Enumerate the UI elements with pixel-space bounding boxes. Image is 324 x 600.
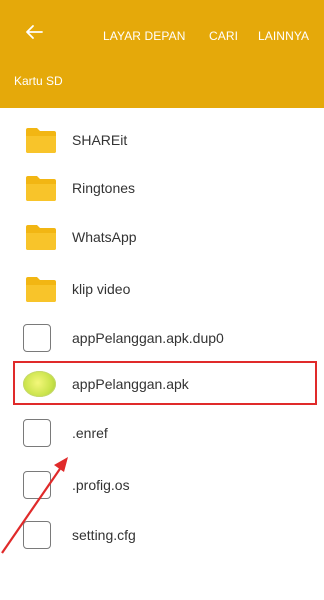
folder-icon (26, 176, 56, 201)
folder-icon (26, 128, 56, 153)
file-name: Ringtones (72, 180, 136, 196)
back-arrow-icon[interactable] (22, 20, 46, 44)
search-button[interactable]: CARI (209, 29, 238, 43)
file-icon (23, 324, 51, 352)
file-name: WhatsApp (72, 229, 137, 245)
folder-icon (26, 225, 56, 250)
home-screen-button[interactable]: LAYAR DEPAN (103, 29, 185, 43)
list-item-whatsapp[interactable]: WhatsApp (0, 213, 324, 263)
annotation-arrow-icon (1, 457, 68, 554)
list-item-shareit[interactable]: SHAREit (0, 116, 324, 166)
file-name: appPelanggan.apk.dup0 (72, 330, 224, 346)
list-item-apppelanggan-dup0[interactable]: appPelanggan.apk.dup0 (0, 314, 324, 364)
app-bar: LAYAR DEPAN CARI LAINNYA Kartu SD (0, 0, 324, 108)
file-name: SHAREit (72, 132, 128, 148)
breadcrumb[interactable]: Kartu SD (14, 74, 63, 88)
list-item-klip-video[interactable]: klip video (0, 265, 324, 315)
more-button[interactable]: LAINNYA (258, 29, 309, 43)
folder-icon (26, 277, 56, 302)
highlight-box (13, 361, 317, 405)
file-name: klip video (72, 281, 131, 297)
list-item-ringtones[interactable]: Ringtones (0, 164, 324, 214)
